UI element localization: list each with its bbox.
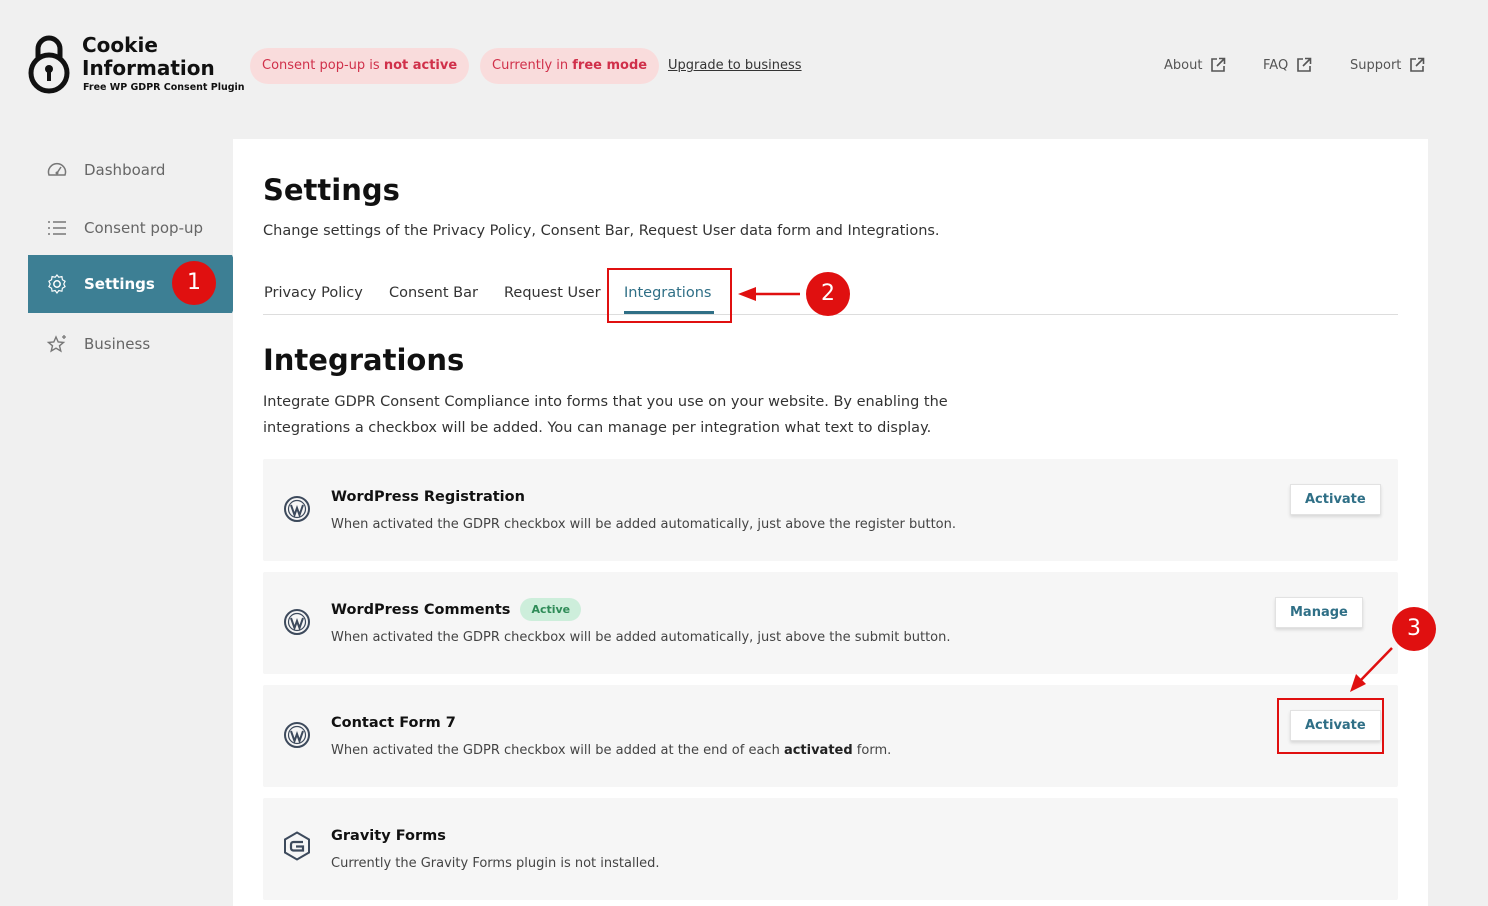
integration-title: Contact Form 7 [331,715,456,731]
free-mode-status-badge: Currently in free mode [480,48,660,84]
active-status-badge: Active [520,598,582,621]
section-description: Integrate GDPR Consent Compliance into f… [263,394,948,436]
logo-title-line1: Cookie [82,33,158,57]
tab-consent-bar[interactable]: Consent Bar [389,285,478,301]
integration-title: WordPress Registration [331,489,525,505]
annotation-step-1: 1 [172,261,216,305]
sidebar-item-label: Dashboard [84,161,166,179]
support-link[interactable]: Support [1350,57,1425,73]
integration-card-wordpress-comments: WordPress Comments Active When activated … [263,572,1398,674]
tab-request-user[interactable]: Request User [504,285,601,301]
tab-privacy-policy[interactable]: Privacy Policy [264,285,363,301]
external-link-icon [1409,57,1425,73]
external-link-icon [1296,57,1312,73]
gravity-forms-icon [284,831,310,861]
sidebar-item-business[interactable]: Business [28,315,232,373]
logo-title-line2: Information [82,56,215,80]
list-icon [48,221,66,235]
star-icon [46,335,66,353]
integration-title: WordPress Comments [331,601,511,618]
padlock-icon [28,35,70,94]
annotation-step-2: 2 [806,272,850,316]
sidebar-item-dashboard[interactable]: Dashboard [28,141,232,199]
consent-popup-status-badge: Consent pop-up is not active [250,48,470,84]
integration-card-wordpress-registration: WordPress Registration When activated th… [263,459,1398,561]
gear-icon [48,274,66,294]
sidebar-item-label: Business [84,335,151,353]
main-panel: Settings Change settings of the Privacy … [233,139,1428,906]
about-link[interactable]: About [1164,57,1226,73]
gauge-icon [47,162,67,176]
sidebar-item-consent-popup[interactable]: Consent pop-up [28,199,232,257]
integration-card-gravity-forms: Gravity Forms Currently the Gravity Form… [263,798,1398,900]
manage-button[interactable]: Manage [1275,597,1363,628]
activate-button[interactable]: Activate [1290,484,1381,515]
integration-card-contact-form-7: Contact Form 7 When activated the GDPR c… [263,685,1398,787]
page-description: Change settings of the Privacy Policy, C… [263,223,940,239]
wordpress-icon [284,722,310,748]
sidebar-item-label: Consent pop-up [84,219,204,237]
wordpress-icon [284,609,310,635]
integration-description: When activated the GDPR checkbox will be… [331,743,892,758]
upgrade-to-business-link[interactable]: Upgrade to business [668,58,802,73]
external-link-icon [1210,57,1226,73]
integration-description: Currently the Gravity Forms plugin is no… [331,856,660,871]
integration-title: Gravity Forms [331,828,446,844]
faq-link[interactable]: FAQ [1263,57,1312,73]
annotation-box-integrations-tab [607,268,732,323]
integration-description: When activated the GDPR checkbox will be… [331,517,956,532]
section-title: Integrations [263,343,465,377]
page-title: Settings [263,173,400,207]
annotation-box-activate-button [1277,698,1384,754]
annotation-step-3: 3 [1392,607,1436,651]
wordpress-icon [284,496,310,522]
logo[interactable]: Cookie Information Free WP GDPR Consent … [28,34,248,96]
integration-description: When activated the GDPR checkbox will be… [331,630,951,645]
logo-subtitle: Free WP GDPR Consent Plugin [83,82,245,93]
sidebar-item-label: Settings [84,275,155,293]
